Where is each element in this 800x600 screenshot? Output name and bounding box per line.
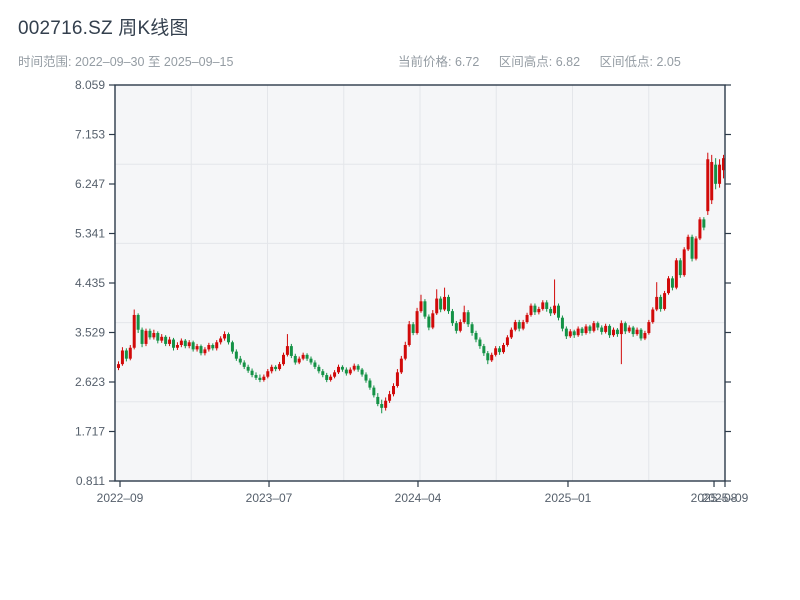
y-tick-label: 4.435: [75, 276, 105, 290]
kline-chart: 0.811 1.717 2.623 3.529 4.435 5.341 6.247 7.153…: [75, 78, 749, 505]
candle: [690, 234, 694, 262]
y-tick-label: 1.717: [75, 425, 105, 439]
candle: [663, 290, 667, 311]
candle: [407, 320, 411, 347]
candle: [710, 154, 714, 205]
candle: [698, 217, 702, 241]
y-tick-label: 5.341: [75, 227, 105, 241]
candle: [694, 236, 698, 261]
y-tick-label: 2.623: [75, 375, 105, 389]
y-tick-label: 6.247: [75, 177, 105, 191]
x-tick-label: 2025–09: [702, 491, 749, 505]
page-title: 002716.SZ 周K线图: [18, 18, 189, 39]
candle: [678, 258, 682, 278]
x-tick-label: 2024–04: [395, 491, 442, 505]
candle: [706, 152, 710, 215]
x-tick-label: 2025–01: [545, 491, 592, 505]
range-low-stat: 区间低点: 2.05: [599, 55, 681, 69]
candle: [647, 319, 651, 335]
candle: [686, 234, 690, 252]
x-tick-label: 2022–09: [97, 491, 144, 505]
candle: [132, 309, 136, 350]
date-range-label: 时间范围: 2022–09–30 至 2025–09–15: [18, 55, 234, 69]
x-axis: 2022–09 2023–07 2024–04 2025–01 2025–082025–…: [97, 481, 749, 505]
candle: [447, 294, 450, 314]
y-tick-label: 7.153: [75, 128, 105, 142]
range-high-stat: 区间高点: 6.82: [498, 55, 581, 69]
y-tick-label: 0.811: [76, 474, 105, 488]
kline-page: 002716.SZ 周K线图 时间范围: 2022–09–30 至 2025–0…: [0, 0, 800, 600]
candle: [667, 276, 670, 295]
candle: [682, 247, 686, 277]
y-tick-label: 3.529: [75, 326, 105, 340]
candle: [423, 299, 427, 319]
current-price-stat: 当前价格: 6.72: [398, 55, 480, 69]
y-tick-label: 8.059: [75, 78, 105, 92]
price-stats: 当前价格: 6.72 区间高点: 6.82 区间低点: 2.05: [398, 51, 697, 70]
candle: [144, 328, 148, 347]
x-tick-label: 2023–07: [246, 491, 293, 505]
candle: [415, 307, 419, 335]
candle: [651, 307, 655, 324]
candle: [674, 258, 678, 290]
